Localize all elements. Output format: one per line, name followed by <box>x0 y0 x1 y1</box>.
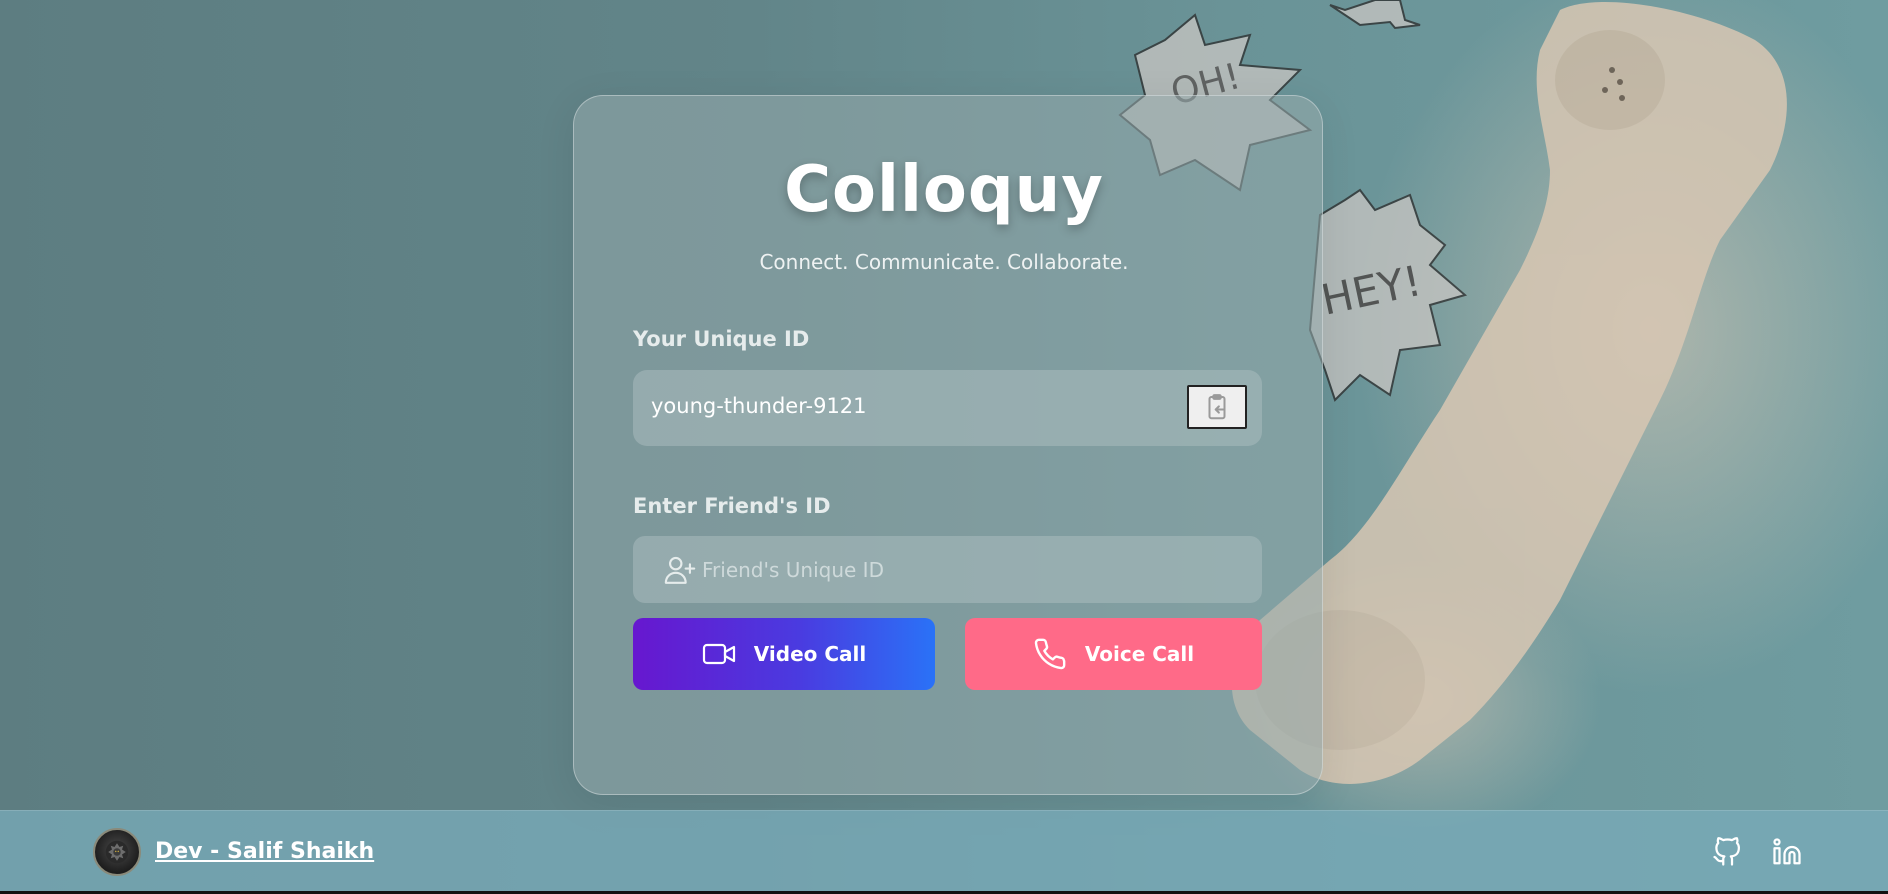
voice-call-button[interactable]: Voice Call <box>965 618 1262 690</box>
developer-link[interactable]: Dev - Salif Shaikh <box>155 839 374 864</box>
unique-id-value: young-thunder-9121 <box>651 394 867 418</box>
video-call-button[interactable]: Video Call <box>633 618 935 690</box>
lion-logo-icon <box>105 840 129 864</box>
friend-id-label: Enter Friend's ID <box>633 494 831 518</box>
developer-avatar <box>93 828 141 876</box>
unique-id-field: young-thunder-9121 <box>633 370 1262 446</box>
app-title: Colloquy <box>784 153 1104 227</box>
copy-id-button[interactable] <box>1187 385 1247 429</box>
app-tagline: Connect. Communicate. Collaborate. <box>759 250 1129 274</box>
unique-id-label: Your Unique ID <box>633 327 810 351</box>
footer: Dev - Salif Shaikh <box>0 810 1888 894</box>
voice-call-label: Voice Call <box>1084 642 1195 666</box>
video-camera-icon <box>702 643 735 665</box>
phone-icon <box>1034 638 1066 670</box>
user-plus-icon <box>664 556 696 584</box>
github-icon[interactable] <box>1712 837 1742 867</box>
linkedin-icon[interactable] <box>1772 837 1802 867</box>
friend-id-input[interactable] <box>702 536 1242 603</box>
video-call-label: Video Call <box>753 642 867 666</box>
clipboard-copy-icon <box>1208 394 1226 420</box>
friend-id-field <box>633 536 1262 603</box>
